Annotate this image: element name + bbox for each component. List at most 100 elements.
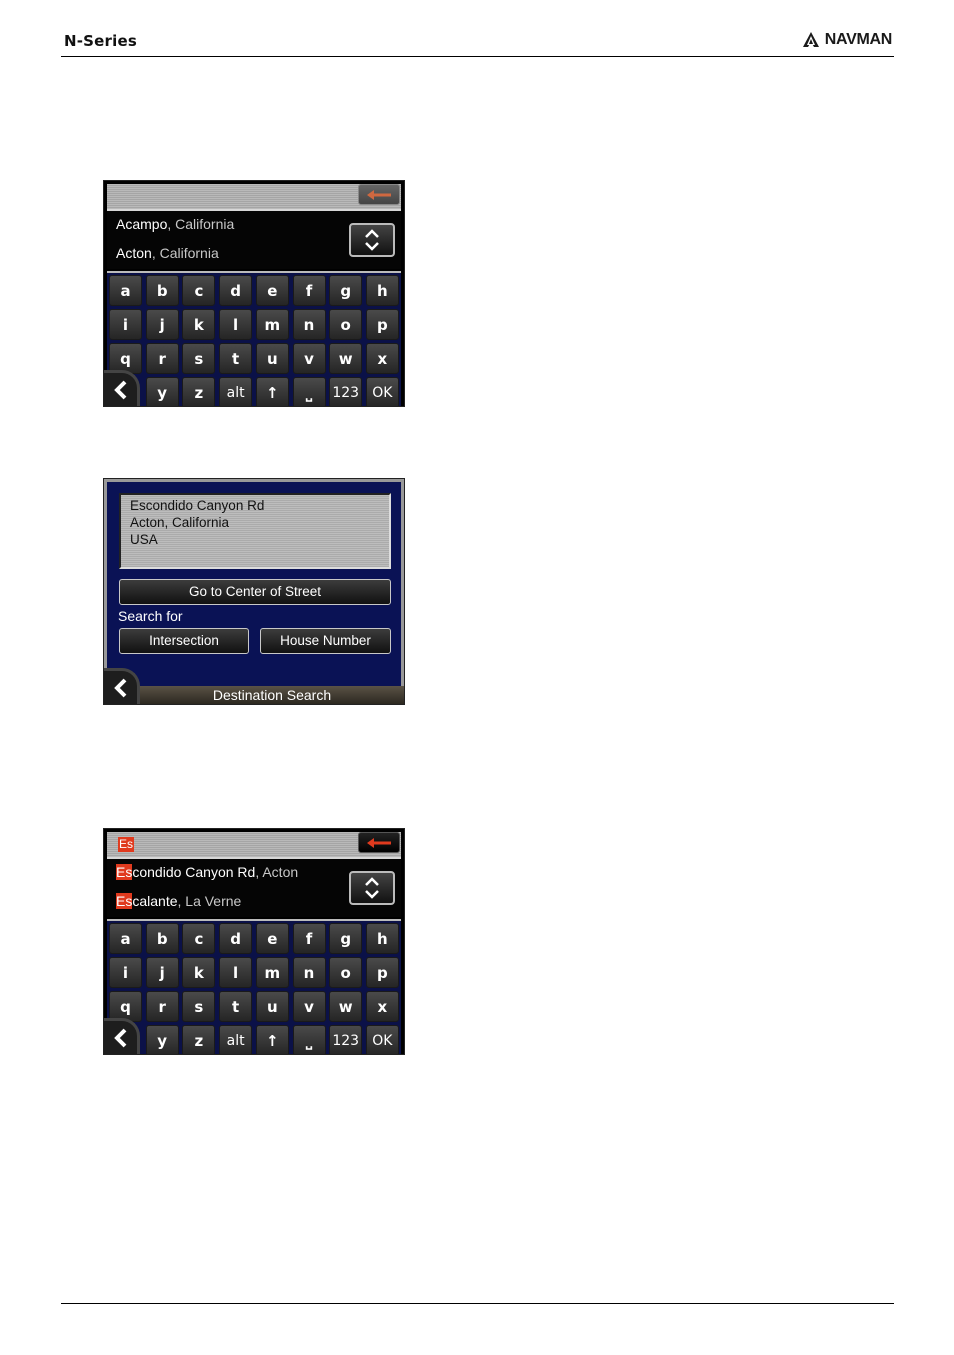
key-r[interactable]: r xyxy=(145,343,179,374)
backspace-button[interactable] xyxy=(358,832,400,853)
house-number-button[interactable]: House Number xyxy=(260,628,391,654)
key-p[interactable]: p xyxy=(365,309,399,340)
typed-text: Es xyxy=(118,837,135,852)
key-d[interactable]: d xyxy=(219,923,253,954)
key-c[interactable]: c xyxy=(182,275,216,306)
result-main: Acampo xyxy=(116,216,168,232)
key-b[interactable]: b xyxy=(145,275,179,306)
key-f[interactable]: f xyxy=(292,923,326,954)
key-i[interactable]: i xyxy=(109,309,142,340)
key-ok[interactable]: OK xyxy=(365,1025,399,1054)
search-input[interactable]: Es xyxy=(107,832,401,859)
key-y[interactable]: y xyxy=(145,1025,179,1054)
key-s[interactable]: s xyxy=(182,343,216,374)
intersection-button[interactable]: Intersection xyxy=(119,628,249,654)
result-item[interactable]: Acampo, California xyxy=(116,216,234,232)
key-g[interactable]: g xyxy=(329,923,363,954)
key-alt[interactable]: alt xyxy=(219,1025,253,1054)
key-c[interactable]: c xyxy=(182,923,216,954)
key-m[interactable]: m xyxy=(255,309,289,340)
key-ok[interactable]: OK xyxy=(365,377,399,406)
backspace-button[interactable] xyxy=(358,184,400,205)
back-button[interactable] xyxy=(104,668,140,704)
key-j[interactable]: j xyxy=(145,309,179,340)
result-main: Acton xyxy=(116,245,152,261)
key-w[interactable]: w xyxy=(329,343,363,374)
key-m[interactable]: m xyxy=(255,957,289,988)
page-header-title: N-Series xyxy=(64,32,137,50)
result-separator: , xyxy=(167,216,176,232)
key-t[interactable]: t xyxy=(219,991,253,1022)
key-d[interactable]: d xyxy=(219,275,253,306)
scroll-button[interactable] xyxy=(349,871,395,905)
key-alt[interactable]: alt xyxy=(219,377,253,406)
key-p[interactable]: p xyxy=(365,957,399,988)
key-space[interactable]: ⎵ xyxy=(292,1025,326,1054)
key-z[interactable]: z xyxy=(182,377,216,406)
navman-logo-icon xyxy=(802,32,819,47)
result-sub: California xyxy=(175,216,235,232)
key-e[interactable]: e xyxy=(255,275,289,306)
result-main: calante xyxy=(132,893,178,909)
key-g[interactable]: g xyxy=(329,275,363,306)
key-f[interactable]: f xyxy=(292,275,326,306)
header-rule xyxy=(61,56,894,57)
screen-title: Destination Search xyxy=(140,686,404,704)
result-item[interactable]: Escalante, La Verne xyxy=(116,893,241,909)
result-sub: California xyxy=(159,245,219,261)
chevron-left-icon xyxy=(113,678,126,697)
back-button[interactable] xyxy=(104,1018,140,1054)
key-123[interactable]: 123 xyxy=(329,377,363,406)
result-item[interactable]: Acton, California xyxy=(116,245,219,261)
search-for-label: Search for xyxy=(118,608,183,624)
key-123[interactable]: 123 xyxy=(329,1025,363,1054)
key-shift[interactable]: ↑ xyxy=(255,377,289,406)
key-l[interactable]: l xyxy=(219,957,253,988)
key-o[interactable]: o xyxy=(329,309,363,340)
key-h[interactable]: h xyxy=(365,275,399,306)
key-s[interactable]: s xyxy=(182,991,216,1022)
key-k[interactable]: k xyxy=(182,957,216,988)
key-i[interactable]: i xyxy=(109,957,142,988)
up-down-chevron-icon xyxy=(365,229,379,251)
key-a[interactable]: a xyxy=(109,275,142,306)
key-y[interactable]: y xyxy=(145,377,179,406)
key-k[interactable]: k xyxy=(182,309,216,340)
search-input[interactable] xyxy=(107,184,401,211)
result-sub: La Verne xyxy=(185,893,242,909)
result-main: condido Canyon Rd xyxy=(132,864,256,880)
key-u[interactable]: u xyxy=(255,991,289,1022)
key-w[interactable]: w xyxy=(329,991,363,1022)
result-match-highlight: Es xyxy=(116,893,133,909)
key-l[interactable]: l xyxy=(219,309,253,340)
key-u[interactable]: u xyxy=(255,343,289,374)
key-t[interactable]: t xyxy=(219,343,253,374)
keyboard: a b c d e f g h i j k l m n o p q r s t u v w x y z alt ↑ ⎵ 123 OK xyxy=(107,271,401,406)
result-item[interactable]: Escondido Canyon Rd, Acton xyxy=(116,864,298,880)
key-shift[interactable]: ↑ xyxy=(255,1025,289,1054)
go-to-center-button[interactable]: Go to Center of Street xyxy=(119,579,391,605)
key-a[interactable]: a xyxy=(109,923,142,954)
key-o[interactable]: o xyxy=(329,957,363,988)
key-x[interactable]: x xyxy=(365,343,399,374)
key-h[interactable]: h xyxy=(365,923,399,954)
key-x[interactable]: x xyxy=(365,991,399,1022)
key-b[interactable]: b xyxy=(145,923,179,954)
back-button[interactable] xyxy=(104,370,140,406)
chevron-left-icon xyxy=(113,380,126,399)
key-e[interactable]: e xyxy=(255,923,289,954)
key-n[interactable]: n xyxy=(292,957,326,988)
keyboard: a b c d e f g h i j k l m n o p q r s t u v w x y z alt ↑ ⎵ 123 OK xyxy=(107,919,401,1054)
key-v[interactable]: v xyxy=(292,991,326,1022)
keyboard-screen-2: Es Escondido Canyon Rd, Acton Escalante,… xyxy=(103,828,405,1055)
scroll-button[interactable] xyxy=(349,223,395,257)
key-j[interactable]: j xyxy=(145,957,179,988)
key-n[interactable]: n xyxy=(292,309,326,340)
result-match-highlight: Es xyxy=(116,864,133,880)
key-v[interactable]: v xyxy=(292,343,326,374)
key-space[interactable]: ⎵ xyxy=(292,377,326,406)
key-z[interactable]: z xyxy=(182,1025,216,1054)
up-down-chevron-icon xyxy=(365,877,379,899)
arrow-left-icon xyxy=(367,837,391,848)
key-r[interactable]: r xyxy=(145,991,179,1022)
